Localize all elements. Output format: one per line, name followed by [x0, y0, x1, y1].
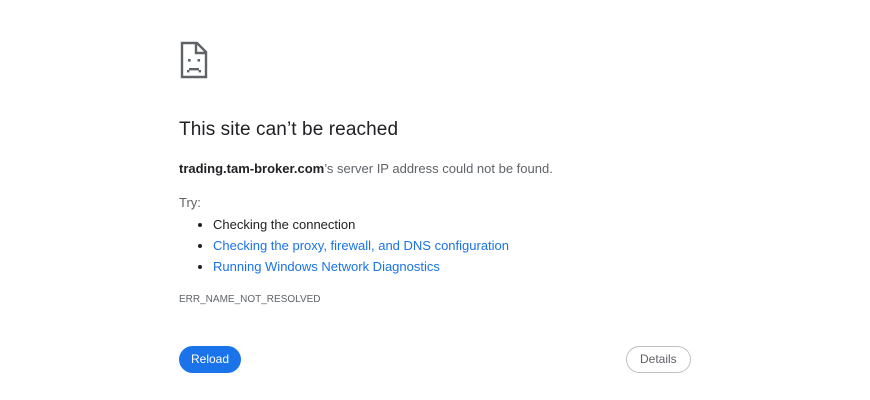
reload-button[interactable]: Reload: [179, 346, 242, 373]
sad-page-icon: [179, 40, 699, 80]
suggestion-list: Checking the connection Checking the pro…: [179, 214, 699, 277]
error-summary: trading.tam-broker.com’s server IP addre…: [179, 160, 699, 178]
suggestion-network-diagnostics[interactable]: Running Windows Network Diagnostics: [213, 256, 699, 277]
error-content: This site can’t be reached trading.tam-b…: [179, 40, 699, 307]
error-code: ERR_NAME_NOT_RESOLVED: [179, 294, 321, 305]
network-diagnostics-link[interactable]: Running Windows Network Diagnostics: [213, 259, 440, 274]
page-title: This site can’t be reached: [179, 119, 399, 140]
error-host: trading.tam-broker.com: [179, 161, 325, 176]
try-label: Try:: [179, 195, 201, 210]
suggestion-label: Checking the connection: [213, 217, 356, 232]
details-button[interactable]: Details: [626, 346, 691, 373]
suggestion-check-proxy[interactable]: Checking the proxy, firewall, and DNS co…: [213, 235, 699, 256]
proxy-firewall-dns-link[interactable]: Checking the proxy, firewall, and DNS co…: [213, 238, 509, 253]
error-message: ’s server IP address could not be found.: [324, 161, 553, 176]
suggestion-check-connection: Checking the connection: [213, 214, 699, 235]
error-page: This site can’t be reached trading.tam-b…: [0, 0, 870, 400]
